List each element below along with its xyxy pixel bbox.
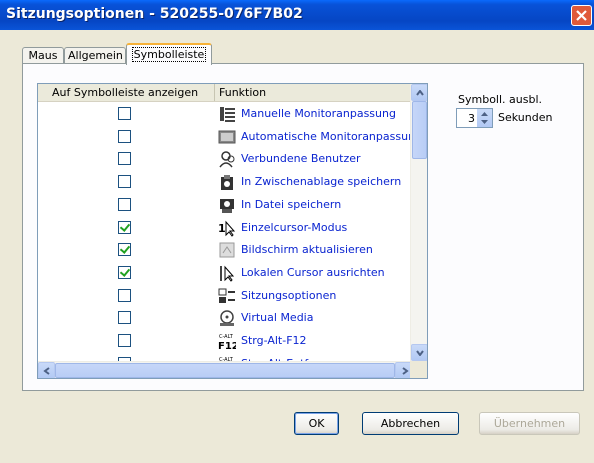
list-item[interactable]: 1 Einzelcursor-Modus <box>38 217 412 239</box>
svg-text:C-ALT: C-ALT <box>219 334 234 340</box>
virtual-media-icon <box>220 310 234 327</box>
list-item[interactable]: Bildschirm aktualisieren <box>38 239 412 261</box>
vertical-scrollbar[interactable] <box>410 84 427 361</box>
vertical-scroll-thumb[interactable] <box>412 101 427 159</box>
svg-text:F12: F12 <box>218 341 236 350</box>
single-cursor-icon: 1 <box>218 220 236 237</box>
tab-symbolleiste[interactable]: Symbolleiste <box>126 43 212 65</box>
list-item[interactable]: C-ALTF12 Strg-Alt-F12 <box>38 330 412 352</box>
chevron-right-icon <box>402 367 409 375</box>
scroll-down-button[interactable] <box>411 344 427 361</box>
show-on-toolbar-checkbox[interactable] <box>118 175 131 189</box>
svg-text:1: 1 <box>218 222 226 235</box>
list-item[interactable]: In Datei speichern <box>38 194 412 216</box>
list-item[interactable]: Automatische Monitoranpassung <box>38 126 422 148</box>
apply-button[interactable]: Übernehmen <box>479 412 580 435</box>
function-label: Lokalen Cursor ausrichten <box>241 265 385 279</box>
tab-maus[interactable]: Maus <box>22 47 64 64</box>
show-on-toolbar-checkbox[interactable] <box>118 311 131 325</box>
list-item[interactable]: In Zwischenablage speichern <box>38 171 412 193</box>
spin-up-down-icon <box>481 112 488 124</box>
clipboard-camera-icon <box>221 175 233 191</box>
hide-toolbar-label: Symboll. ausbl. <box>458 93 543 106</box>
list-item[interactable]: Virtual Media <box>38 307 412 329</box>
seconds-unit-label: Sekunden <box>498 111 553 124</box>
show-on-toolbar-checkbox[interactable] <box>118 220 131 234</box>
function-label: Automatische Monitoranpassung <box>241 129 423 143</box>
scroll-up-button[interactable] <box>411 84 427 101</box>
save-file-icon <box>220 198 234 213</box>
window-title: Sitzungsoptionen - 520255-076F7B02 <box>6 6 303 22</box>
function-label: Manuelle Monitoranpassung <box>241 107 396 120</box>
show-on-toolbar-checkbox[interactable] <box>118 243 131 257</box>
function-label: Sitzungsoptionen <box>241 288 337 302</box>
horizontal-scrollbar[interactable] <box>38 361 412 378</box>
show-on-toolbar-checkbox[interactable] <box>118 152 131 166</box>
align-cursor-icon <box>220 265 235 282</box>
function-label: In Datei speichern <box>241 197 342 211</box>
list-item[interactable]: Manuelle Monitoranpassung <box>38 103 412 125</box>
spinner-arrows[interactable] <box>477 109 492 127</box>
close-icon <box>576 10 587 21</box>
show-on-toolbar-checkbox[interactable] <box>118 129 131 143</box>
session-options-icon <box>218 288 235 303</box>
show-on-toolbar-checkbox[interactable] <box>118 197 131 211</box>
users-icon <box>219 151 235 168</box>
list-item[interactable]: Sitzungsoptionen <box>38 285 412 307</box>
tab-symbolleiste-label: Symbolleiste <box>131 47 207 62</box>
column-header-show[interactable]: Auf Symbolleiste anzeigen <box>38 84 215 101</box>
chevron-down-icon <box>416 350 424 356</box>
auto-monitor-icon <box>218 130 236 144</box>
list-header: Auf Symbolleiste anzeigen Funktion <box>38 84 412 102</box>
function-label: Einzelcursor-Modus <box>241 220 348 234</box>
list-item[interactable]: Verbundene Benutzer <box>38 148 412 170</box>
column-header-function[interactable]: Funktion <box>215 84 412 101</box>
title-bar[interactable]: Sitzungsoptionen - 520255-076F7B02 <box>0 0 594 30</box>
session-options-dialog: Sitzungsoptionen - 520255-076F7B02 Maus … <box>0 0 594 463</box>
cancel-button[interactable]: Abbrechen <box>362 412 459 435</box>
show-on-toolbar-checkbox[interactable] <box>118 107 131 120</box>
refresh-screen-icon <box>219 242 235 258</box>
show-on-toolbar-checkbox[interactable] <box>118 288 131 302</box>
show-on-toolbar-checkbox[interactable] <box>118 265 131 279</box>
toolbar-function-list[interactable]: Auf Symbolleiste anzeigen Funktion Manue… <box>37 83 428 379</box>
ok-button[interactable]: OK <box>294 412 339 435</box>
ctrl-alt-f12-icon: C-ALTF12 <box>218 334 236 350</box>
function-label: In Zwischenablage speichern <box>241 175 402 189</box>
tab-allgemein[interactable]: Allgemein <box>64 47 126 64</box>
function-label: Virtual Media <box>241 311 314 325</box>
monitor-adjust-icon <box>220 107 235 122</box>
chevron-up-icon <box>416 90 424 96</box>
tab-panel: Auf Symbolleiste anzeigen Funktion Manue… <box>22 63 584 391</box>
close-button[interactable] <box>571 5 592 26</box>
scrollbar-corner <box>410 361 427 378</box>
function-label: Bildschirm aktualisieren <box>241 243 373 257</box>
scroll-left-button[interactable] <box>38 362 55 378</box>
hide-seconds-spinner[interactable] <box>456 108 493 128</box>
hide-seconds-input[interactable] <box>457 109 477 127</box>
show-on-toolbar-checkbox[interactable] <box>118 334 131 347</box>
function-label: Strg-Alt-F12 <box>241 334 307 347</box>
function-label: Verbundene Benutzer <box>241 152 361 166</box>
list-item[interactable]: Lokalen Cursor ausrichten <box>38 262 412 284</box>
horizontal-scroll-thumb[interactable] <box>55 363 395 378</box>
chevron-left-icon <box>43 367 50 375</box>
